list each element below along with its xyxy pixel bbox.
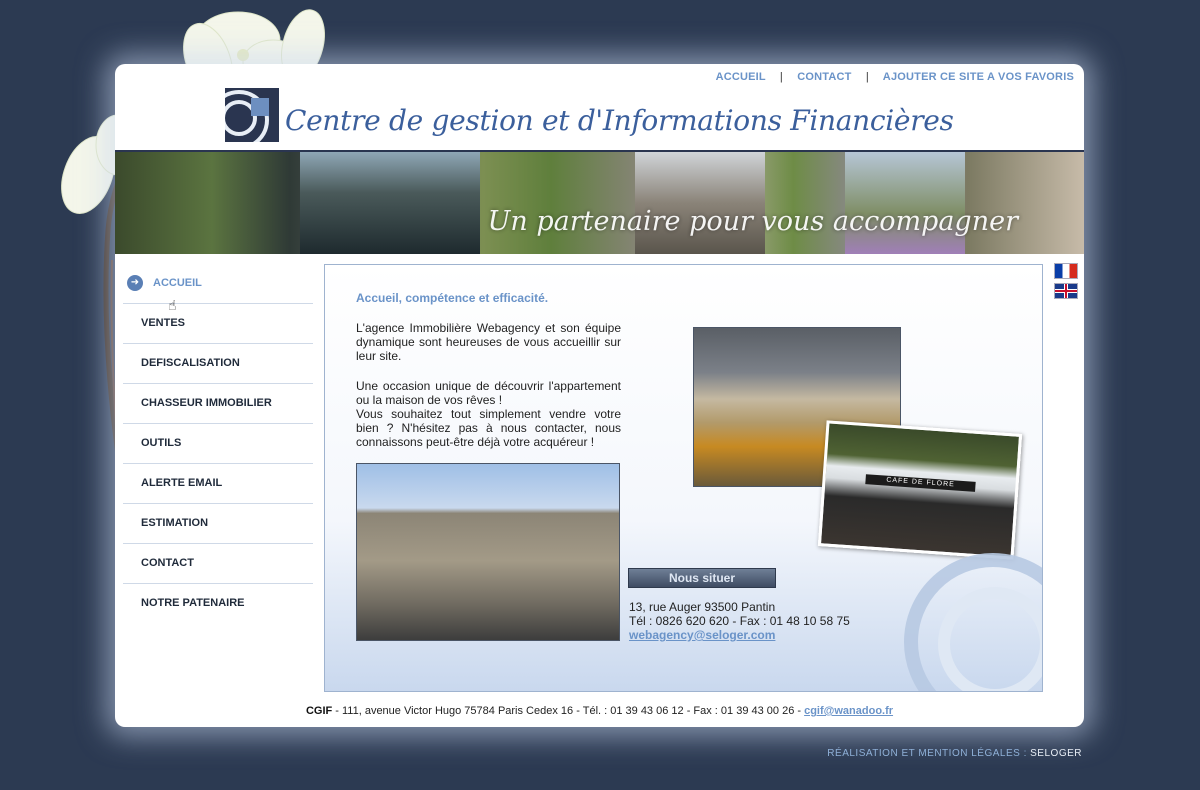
credits: RÉALISATION ET MENTION LÉGALES : SELOGER xyxy=(827,748,1082,759)
sell-paragraph: Vous souhaitez tout simplement vendre vo… xyxy=(356,407,621,449)
header-banner: Un partenaire pour vous accompagner xyxy=(115,150,1084,254)
credits-text[interactable]: RÉALISATION ET MENTION LÉGALES : xyxy=(827,748,1030,759)
arrow-right-icon: ➜ xyxy=(127,275,143,291)
sidebar-item-alerte-email[interactable]: ALERTE EMAIL xyxy=(123,464,313,504)
topnav-favoris-link[interactable]: AJOUTER CE SITE A VOS FAVORIS xyxy=(883,71,1074,83)
topnav-separator: | xyxy=(865,71,869,83)
sidebar-item-label: VENTES xyxy=(141,317,186,329)
sidebar-item-estimation[interactable]: ESTIMATION xyxy=(123,504,313,544)
footer-address: - 111, avenue Victor Hugo 75784 Paris Ce… xyxy=(332,705,805,717)
offer-paragraph: Une occasion unique de découvrir l'appar… xyxy=(356,379,621,407)
sidebar-item-label: ALERTE EMAIL xyxy=(141,477,223,489)
cafe-sign: CAFE DE FLORE xyxy=(865,474,976,492)
sidebar-item-label: CHASSEUR IMMOBILIER xyxy=(141,397,272,409)
content-heading: Accueil, compétence et efficacité. xyxy=(356,291,549,305)
main-content: Accueil, compétence et efficacité. L'age… xyxy=(324,264,1043,692)
footer: CGIF - 111, avenue Victor Hugo 75784 Par… xyxy=(115,705,1084,717)
sidebar-item-label: CONTACT xyxy=(141,557,194,569)
sidebar-item-label: OUTILS xyxy=(141,437,182,449)
sidebar-menu: ➜ ACCUEIL ☝ VENTES DEFISCALISATION CHASS… xyxy=(123,264,313,623)
sidebar-item-label: ACCUEIL xyxy=(153,277,202,289)
french-flag-icon[interactable] xyxy=(1054,263,1078,279)
site-logo[interactable] xyxy=(225,88,279,142)
agency-address: 13, rue Auger 93500 Pantin Tél : 0826 62… xyxy=(629,600,850,642)
sidebar-item-notre-patenaire[interactable]: NOTRE PATENAIRE xyxy=(123,584,313,623)
credits-brand[interactable]: SELOGER xyxy=(1030,748,1082,759)
sidebar-item-accueil[interactable]: ➜ ACCUEIL ☝ xyxy=(123,264,313,313)
sidebar-item-label: ESTIMATION xyxy=(141,517,209,529)
sidebar-item-label: NOTRE PATENAIRE xyxy=(141,597,245,609)
main-frame: ACCUEIL | CONTACT | AJOUTER CE SITE A VO… xyxy=(115,64,1084,727)
topnav-accueil-link[interactable]: ACCUEIL xyxy=(716,71,766,83)
sidebar-item-outils[interactable]: OUTILS xyxy=(123,424,313,464)
cafe-photo: CAFE DE FLORE xyxy=(817,420,1023,560)
sidebar-item-ventes[interactable]: VENTES xyxy=(123,304,313,344)
sidebar-item-defiscalisation[interactable]: DEFISCALISATION xyxy=(123,344,313,384)
building-photo xyxy=(356,463,620,641)
site-title: Centre de gestion et d'Informations Fina… xyxy=(285,104,954,137)
sidebar-item-contact[interactable]: CONTACT xyxy=(123,544,313,584)
english-flag-icon[interactable] xyxy=(1054,283,1078,299)
banner-tagline: Un partenaire pour vous accompagner xyxy=(487,206,1018,237)
address-line: 13, rue Auger 93500 Pantin xyxy=(629,600,776,614)
agency-email-link[interactable]: webagency@seloger.com xyxy=(629,628,775,642)
intro-paragraph: L'agence Immobilière Webagency et son éq… xyxy=(356,321,621,363)
topnav-separator: | xyxy=(779,71,783,83)
logo-watermark-inner xyxy=(938,587,1042,691)
topnav-contact-link[interactable]: CONTACT xyxy=(797,71,851,83)
phone-line: Tél : 0826 620 620 - Fax : 01 48 10 58 7… xyxy=(629,614,850,628)
top-navigation: ACCUEIL | CONTACT | AJOUTER CE SITE A VO… xyxy=(716,71,1074,83)
footer-company: CGIF xyxy=(305,705,333,717)
sidebar-item-label: DEFISCALISATION xyxy=(141,357,240,369)
footer-email-link[interactable]: cgif@wanadoo.fr xyxy=(804,705,893,717)
nous-situer-button[interactable]: Nous situer xyxy=(628,568,776,588)
sidebar-item-chasseur-immobilier[interactable]: CHASSEUR IMMOBILIER xyxy=(123,384,313,424)
